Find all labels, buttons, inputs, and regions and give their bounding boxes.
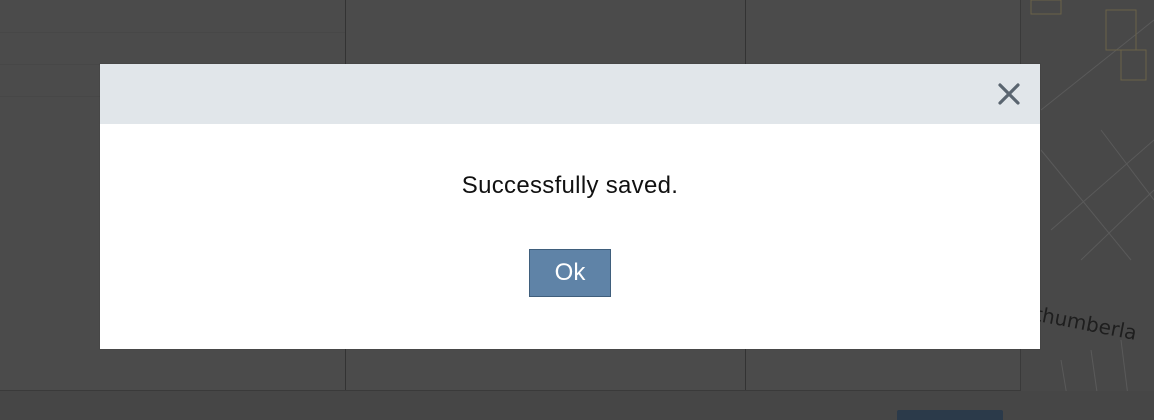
background-row-divider xyxy=(0,32,345,33)
ok-button[interactable]: Ok xyxy=(529,249,611,297)
background-map: rthumberla xyxy=(1021,0,1154,420)
save-confirmation-dialog: Successfully saved. Ok xyxy=(100,64,1040,349)
map-streets xyxy=(1030,0,1154,420)
background-footer-button xyxy=(897,410,1003,420)
close-icon xyxy=(998,83,1020,105)
close-button[interactable] xyxy=(995,80,1023,108)
dialog-body: Successfully saved. Ok xyxy=(100,124,1040,349)
dialog-header xyxy=(100,64,1040,124)
screen: rthumberla Successfully saved. Ok xyxy=(0,0,1154,420)
dialog-message: Successfully saved. xyxy=(461,172,679,199)
